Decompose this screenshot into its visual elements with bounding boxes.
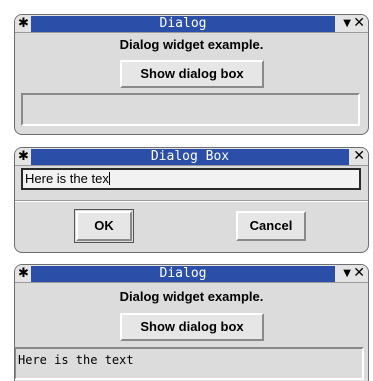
dialog-box-window: ✱ Dialog Box ✕ Here is the tex OK Cancel xyxy=(14,147,369,253)
pin-icon[interactable]: ✱ xyxy=(18,15,29,32)
show-dialog-button[interactable]: Show dialog box xyxy=(120,313,264,341)
pin-icon[interactable]: ✱ xyxy=(18,265,29,282)
window-title: Dialog xyxy=(31,266,335,282)
title-bar[interactable]: ✱ Dialog ▼ ✕ xyxy=(15,265,368,283)
text-entry-value: Here is the tex xyxy=(25,171,109,186)
result-field: Here is the text xyxy=(15,347,364,380)
heading-label: Dialog widget example. xyxy=(119,289,264,304)
result-field xyxy=(21,93,360,126)
title-bar[interactable]: ✱ Dialog ▼ ✕ xyxy=(15,15,368,33)
window-title: Dialog xyxy=(31,16,335,32)
title-bar[interactable]: ✱ Dialog Box ✕ xyxy=(15,148,368,166)
show-dialog-button[interactable]: Show dialog box xyxy=(120,60,264,88)
text-cursor xyxy=(108,172,110,185)
heading-label: Dialog widget example. xyxy=(119,37,264,52)
main-window-initial: ✱ Dialog ▼ ✕ Dialog widget example. Show… xyxy=(14,14,369,135)
main-window-result: ✱ Dialog ▼ ✕ Dialog widget example. Show… xyxy=(14,264,369,381)
pin-icon[interactable]: ✱ xyxy=(18,148,29,165)
separator xyxy=(15,200,368,202)
close-icon[interactable]: ✕ xyxy=(353,265,365,282)
minimize-icon[interactable]: ▼ xyxy=(343,15,351,32)
close-icon[interactable]: ✕ xyxy=(353,15,365,32)
ok-button[interactable]: OK xyxy=(76,211,132,241)
cancel-button[interactable]: Cancel xyxy=(236,211,306,241)
close-icon[interactable]: ✕ xyxy=(353,148,365,165)
window-title: Dialog Box xyxy=(31,149,349,165)
text-entry[interactable]: Here is the tex xyxy=(21,168,361,190)
minimize-icon[interactable]: ▼ xyxy=(343,265,351,282)
